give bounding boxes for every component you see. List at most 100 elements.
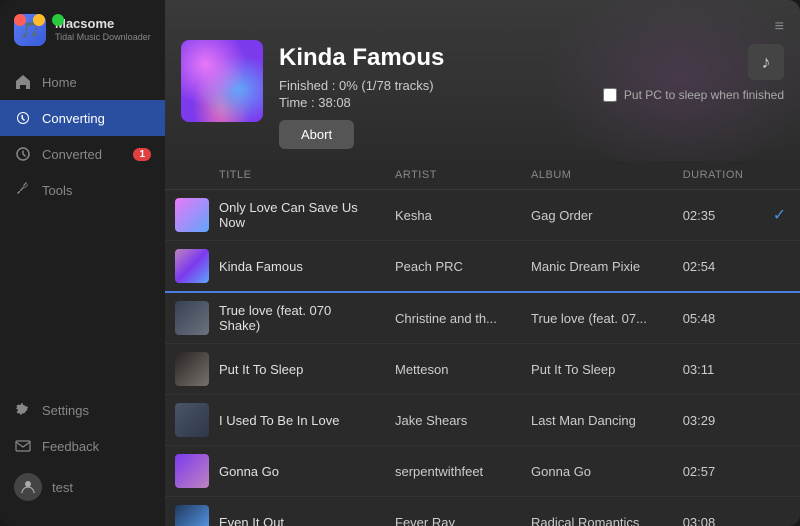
table-row[interactable]: Only Love Can Save Us Now KeshaGag Order… [165,190,800,241]
table-row[interactable]: Gonna Go serpentwithfeetGonna Go02:57 [165,446,800,497]
sidebar-label-converting: Converting [42,111,105,126]
menu-icon[interactable]: ≡ [775,18,784,36]
track-title: I Used To Be In Love [219,413,339,428]
table-row[interactable]: I Used To Be In Love Jake ShearsLast Man… [165,395,800,446]
track-duration: 02:57 [673,446,763,497]
track-thumbnail [175,454,209,488]
converted-badge: 1 [133,148,151,161]
sleep-label: Put PC to sleep when finished [624,88,784,102]
track-duration: 03:29 [673,395,763,446]
track-thumbnail [175,403,209,437]
track-list-container[interactable]: TITLE ARTIST ALBUM DURATION Only Love Ca… [165,161,800,526]
track-title-cell: Only Love Can Save Us Now [175,198,375,232]
minimize-button[interactable] [33,14,45,26]
track-album: Gag Order [521,190,673,241]
track-album: Put It To Sleep [521,344,673,395]
track-artist: Metteson [385,344,521,395]
album-status: Finished : 0% (1/78 tracks) [279,78,444,93]
table-row[interactable]: Kinda Famous Peach PRCManic Dream Pixie0… [165,241,800,293]
track-thumbnail [175,198,209,232]
track-duration: 05:48 [673,292,763,344]
sidebar-label-tools: Tools [42,183,72,198]
sidebar-item-converted[interactable]: Converted 1 [0,136,165,172]
sidebar-bottom: Settings Feedback test [0,382,165,526]
app-name: Macsome [55,16,151,32]
check-icon: ✓ [773,207,786,224]
album-title: Kinda Famous [279,44,444,72]
track-duration: 03:08 [673,497,763,526]
sidebar-label-converted: Converted [42,147,102,162]
sidebar-label-feedback: Feedback [42,439,99,454]
album-actions: ♪ Put PC to sleep when finished [603,40,784,102]
album-info: Kinda Famous Finished : 0% (1/78 tracks)… [279,40,444,149]
sleep-checkbox[interactable] [603,88,617,102]
track-duration: 02:54 [673,241,763,293]
track-status [763,241,800,293]
username: test [52,480,73,495]
sidebar-item-tools[interactable]: Tools [0,172,165,208]
track-thumbnail [175,505,209,526]
tools-icon [14,181,32,199]
gear-icon [14,401,32,419]
track-artist: serpentwithfeet [385,446,521,497]
app-subtitle: Tidal Music Downloader [55,32,151,44]
track-title: True love (feat. 070 Shake) [219,303,375,333]
col-header-status [763,161,800,190]
track-duration: 02:35 [673,190,763,241]
sidebar-label-home: Home [42,75,77,90]
abort-button[interactable]: Abort [279,120,354,149]
track-artist: Fever Ray [385,497,521,526]
track-title: Gonna Go [219,464,279,479]
table-row[interactable]: Even It Out Fever RayRadical Romantics03… [165,497,800,526]
music-note-button[interactable]: ♪ [748,44,784,80]
track-status [763,292,800,344]
main-content: ≡ Kinda Famous Finished : 0% (1/78 track… [165,0,800,526]
track-title-cell: True love (feat. 070 Shake) [175,301,375,335]
track-album: Manic Dream Pixie [521,241,673,293]
album-art [181,40,263,122]
clock-icon [14,145,32,163]
track-title-cell: Kinda Famous [175,249,375,283]
sidebar: 🎵 Macsome Tidal Music Downloader Home Co… [0,0,165,526]
sidebar-label-settings: Settings [42,403,89,418]
sync-icon [14,109,32,127]
track-thumbnail [175,249,209,283]
track-title-cell: Gonna Go [175,454,375,488]
top-bar: ≡ [165,0,800,40]
track-title: Even It Out [219,515,284,526]
track-artist: Kesha [385,190,521,241]
track-thumbnail [175,301,209,335]
sidebar-item-settings[interactable]: Settings [0,392,165,428]
table-header-row: TITLE ARTIST ALBUM DURATION [165,161,800,190]
col-header-album: ALBUM [521,161,673,190]
track-artist: Peach PRC [385,241,521,293]
envelope-icon [14,437,32,455]
user-area[interactable]: test [0,464,165,510]
close-button[interactable] [14,14,26,26]
window-chrome [14,14,64,26]
track-title: Kinda Famous [219,259,303,274]
avatar [14,473,42,501]
track-title: Put It To Sleep [219,362,303,377]
album-time: Time : 38:08 [279,95,444,110]
table-row[interactable]: Put It To Sleep MettesonPut It To Sleep0… [165,344,800,395]
track-title-cell: Put It To Sleep [175,352,375,386]
sleep-check-area: Put PC to sleep when finished [603,88,784,102]
track-album: Gonna Go [521,446,673,497]
track-album: Radical Romantics [521,497,673,526]
app-title-bar: 🎵 Macsome Tidal Music Downloader [0,0,165,56]
sidebar-item-home[interactable]: Home [0,64,165,100]
sidebar-item-converting[interactable]: Converting [0,100,165,136]
table-row[interactable]: True love (feat. 070 Shake) Christine an… [165,292,800,344]
track-album: True love (feat. 07... [521,292,673,344]
maximize-button[interactable] [52,14,64,26]
app-name-block: Macsome Tidal Music Downloader [55,16,151,43]
track-duration: 03:11 [673,344,763,395]
track-status [763,446,800,497]
track-table: TITLE ARTIST ALBUM DURATION Only Love Ca… [165,161,800,526]
track-album: Last Man Dancing [521,395,673,446]
sidebar-item-feedback[interactable]: Feedback [0,428,165,464]
track-status [763,497,800,526]
track-status [763,344,800,395]
track-title-cell: I Used To Be In Love [175,403,375,437]
